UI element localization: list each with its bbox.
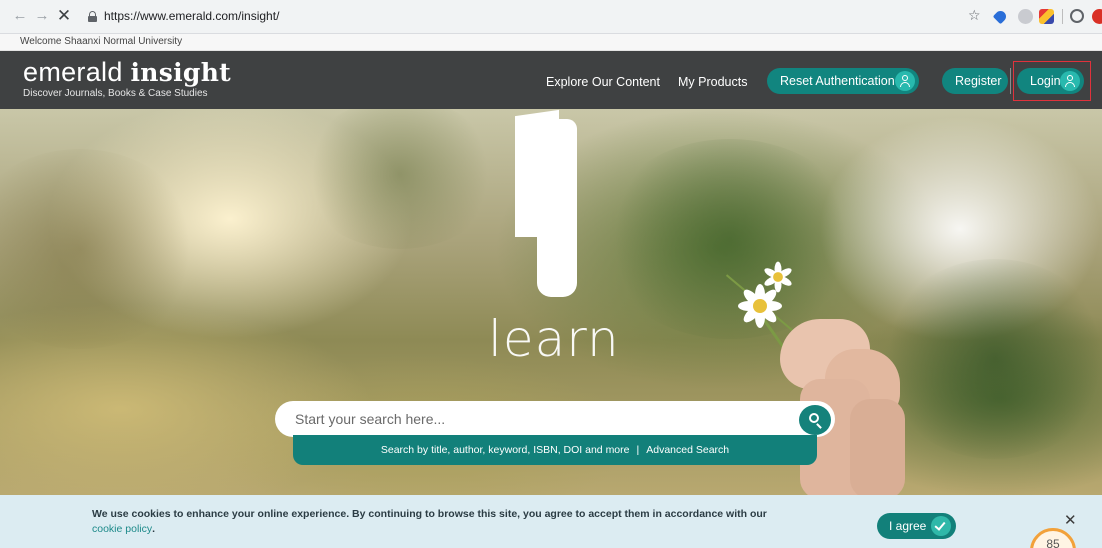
site-header: emerald insight Discover Journals, Books… [0,51,1102,109]
close-icon[interactable]: ✕ [1064,511,1077,529]
background-foliage [0,149,200,349]
logo-bold: insight [130,58,232,87]
reset-authentication-button[interactable]: Reset Authentication [767,68,919,94]
cookie-text: We use cookies to enhance your online ex… [92,508,767,520]
my-products-link[interactable]: My Products [678,75,747,89]
cookie-message: We use cookies to enhance your online ex… [92,507,782,537]
toolbar-divider [1062,9,1063,24]
background-foliage [600,139,860,339]
lock-icon [88,11,97,22]
cookie-period: . [152,523,156,535]
browser-toolbar: ← → ✕ https://www.emerald.com/insight/ ☆ [0,0,1102,34]
back-arrow-icon[interactable]: ← [10,6,30,26]
address-bar[interactable]: https://www.emerald.com/insight/ [82,5,952,29]
cookie-banner: We use cookies to enhance your online ex… [0,495,1102,548]
logo-light: emerald [23,57,123,87]
advanced-search-link[interactable]: Advanced Search [646,444,729,456]
hero-word: learn [488,310,620,368]
check-icon [931,516,951,536]
brand-glyph [515,119,577,237]
user-icon [895,71,915,91]
search-button[interactable] [799,405,831,435]
explore-content-link[interactable]: Explore Our Content [546,75,660,89]
extension-icon[interactable] [1018,9,1033,24]
search-icon [809,413,819,423]
arm [850,399,905,495]
header-divider [1010,68,1011,94]
agree-label: I agree [889,519,927,533]
background-foliage [880,259,1102,459]
register-label: Register [955,74,1002,88]
extension-icon[interactable] [1039,9,1054,24]
login-highlight-box [1013,61,1091,101]
bookmark-star-icon[interactable]: ☆ [968,7,981,24]
logo-tagline: Discover Journals, Books & Case Studies [23,88,208,99]
agree-button[interactable]: I agree [877,513,956,539]
search-input[interactable] [295,401,795,437]
hero-banner: learn Search by title, author, keyword, … [0,109,1102,495]
search-hint: Search by title, author, keyword, ISBN, … [380,444,630,456]
daisy-flower [762,261,794,293]
search-box [275,401,835,437]
welcome-text: Welcome Shaanxi Normal University [20,36,183,47]
forward-arrow-icon[interactable]: → [32,6,52,26]
url-text[interactable]: https://www.emerald.com/insight/ [104,9,279,23]
stop-loading-icon[interactable]: ✕ [54,6,74,26]
cookie-policy-link[interactable]: cookie policy [92,523,152,535]
extension-icon[interactable] [992,8,1009,25]
welcome-bar: Welcome Shaanxi Normal University [0,34,1102,51]
brand-glyph [537,237,577,297]
register-button[interactable]: Register [942,68,1008,94]
profile-icon[interactable] [1070,9,1084,23]
reset-authentication-label: Reset Authentication [780,74,895,88]
extension-icon[interactable] [1092,9,1102,24]
search-help-bar: Search by title, author, keyword, ISBN, … [293,435,817,465]
site-logo[interactable]: emerald insight Discover Journals, Books… [23,58,231,99]
separator: | [636,444,640,456]
background-foliage [300,109,500,249]
